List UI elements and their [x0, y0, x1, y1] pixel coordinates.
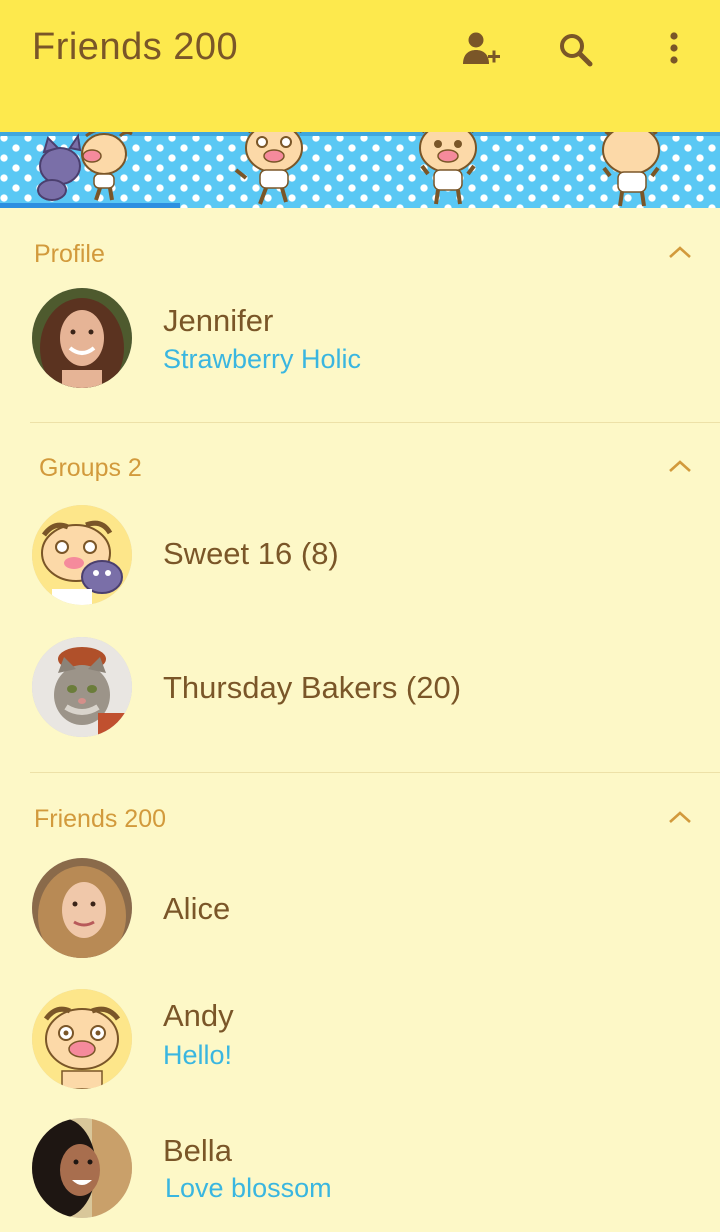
profile-status: Strawberry Holic — [163, 344, 362, 374]
group-row[interactable]: Sweet 16 (8) — [0, 500, 720, 610]
divider — [30, 772, 720, 773]
friend-status: Hello! — [163, 1040, 233, 1070]
banner-page-indicator — [0, 203, 180, 208]
chevron-up-icon[interactable] — [666, 242, 694, 262]
section-label: Friends 200 — [34, 805, 167, 833]
group-name: Sweet 16 (8) — [163, 536, 339, 571]
avatar — [32, 637, 132, 737]
divider — [30, 422, 720, 423]
avatar — [32, 505, 132, 605]
section-label: Groups 2 — [39, 454, 142, 482]
page-title: Friends 200 — [32, 26, 239, 68]
chevron-up-icon[interactable] — [666, 807, 694, 827]
pig-back-illustration — [602, 132, 660, 207]
cat-pig-kiss-illustration — [37, 132, 133, 201]
friend-row[interactable]: Bella Love blossom — [0, 1113, 720, 1223]
friend-row[interactable]: Andy Hello! — [0, 984, 720, 1094]
theme-banner — [0, 132, 720, 208]
more-vert-icon — [670, 32, 678, 64]
app-bar: Friends 200 — [0, 0, 720, 132]
search-icon — [560, 34, 593, 67]
add-person-icon — [463, 32, 500, 64]
profile-name: Jennifer — [163, 303, 274, 338]
section-header-profile[interactable]: Profile — [0, 234, 720, 274]
add-friend-button[interactable] — [458, 28, 502, 72]
more-options-button[interactable] — [652, 28, 696, 72]
section-label: Profile — [34, 240, 105, 268]
group-name: Thursday Bakers (20) — [163, 670, 462, 705]
avatar — [32, 288, 132, 388]
friend-name: Andy — [163, 998, 234, 1033]
chevron-up-icon[interactable] — [666, 456, 694, 476]
profile-row[interactable]: Jennifer Strawberry Holic — [0, 283, 720, 393]
friend-row[interactable]: Alice — [0, 853, 720, 963]
group-row[interactable]: Thursday Bakers (20) — [0, 632, 720, 742]
pig-standing-illustration — [419, 132, 477, 205]
friend-name: Bella — [163, 1133, 232, 1168]
avatar — [32, 1118, 132, 1218]
friend-status: Love blossom — [165, 1173, 332, 1203]
avatar — [32, 989, 132, 1089]
avatar — [32, 858, 132, 958]
section-header-friends[interactable]: Friends 200 — [0, 799, 720, 839]
search-button[interactable] — [554, 28, 598, 72]
section-header-groups[interactable]: Groups 2 — [0, 448, 720, 488]
pig-waving-illustration — [234, 132, 303, 205]
friend-name: Alice — [163, 891, 231, 926]
